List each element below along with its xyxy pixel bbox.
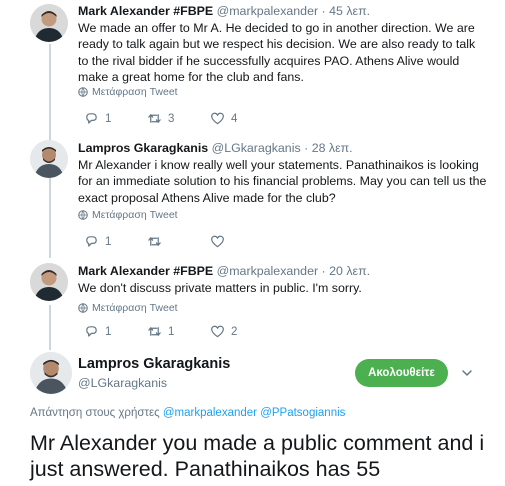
mention-link[interactable]: @markpalexander — [163, 407, 257, 419]
reply-button[interactable]: 1 — [84, 111, 147, 126]
reply-icon — [86, 113, 97, 124]
author-name[interactable]: Lampros Gkaragkanis — [78, 356, 230, 372]
timestamp[interactable]: 20 λεπ. — [329, 264, 370, 278]
author-name[interactable]: Lampros Gkaragkanis — [78, 141, 208, 155]
like-button[interactable]: 4 — [210, 111, 273, 126]
mention-link[interactable]: @PPatsogiannis — [260, 407, 345, 419]
like-button[interactable]: 2 — [210, 324, 273, 339]
timestamp[interactable]: 28 λεπ. — [312, 141, 353, 155]
globe-icon — [78, 303, 88, 313]
separator: · — [321, 4, 326, 18]
like-button[interactable] — [210, 234, 273, 249]
reply-button[interactable]: 1 — [84, 234, 147, 249]
thread-line — [49, 305, 51, 350]
reply-button[interactable]: 1 — [84, 324, 147, 339]
translate-label: Μετάφραση Tweet — [92, 209, 178, 221]
translate-link[interactable]: Μετάφραση Tweet — [78, 302, 178, 314]
reply-prefix: Απάντηση στους χρήστες — [30, 407, 160, 419]
chevron-down-icon[interactable] — [461, 367, 473, 379]
retweet-icon — [148, 237, 161, 246]
following-button[interactable]: Ακολουθείτε — [355, 359, 448, 387]
avatar[interactable] — [30, 263, 68, 301]
retweet-icon — [148, 114, 161, 123]
timestamp[interactable]: 45 λεπ. — [329, 4, 370, 18]
author-name[interactable]: Mark Alexander #FBPE — [78, 4, 213, 18]
translate-link[interactable]: Μετάφραση Tweet — [78, 209, 178, 221]
retweet-button[interactable] — [147, 234, 210, 249]
like-count: 2 — [231, 325, 238, 338]
like-count: 4 — [231, 112, 238, 125]
retweet-count: 3 — [168, 112, 175, 125]
globe-icon — [78, 210, 88, 220]
author-handle[interactable]: @markpalexander — [217, 264, 318, 278]
like-icon — [211, 325, 224, 338]
author-handle[interactable]: @LGkaragkanis — [212, 141, 301, 155]
avatar[interactable] — [30, 352, 72, 394]
translate-label: Μετάφραση Tweet — [92, 302, 178, 314]
like-icon — [211, 112, 224, 125]
retweet-count: 1 — [168, 325, 175, 338]
thread-line — [49, 178, 51, 258]
tweet-text: We made an offer to Mr A. He decided to … — [78, 21, 476, 85]
reply-icon — [86, 236, 97, 247]
reply-icon — [86, 326, 97, 337]
reply-count: 1 — [105, 112, 112, 125]
like-icon — [211, 235, 224, 248]
tweet-text: We don't discuss private matters in publ… — [78, 281, 362, 295]
author-name[interactable]: Mark Alexander #FBPE — [78, 264, 213, 278]
main-tweet-text: Mr Alexander you made a public comment a… — [30, 431, 485, 481]
separator: · — [304, 141, 309, 155]
tweet-text: Mr Alexander i know really well your sta… — [78, 158, 487, 205]
thread-line — [49, 44, 51, 144]
translate-link[interactable]: Μετάφραση Tweet — [78, 86, 178, 98]
reply-count: 1 — [105, 325, 112, 338]
author-handle[interactable]: @LGkaragkanis — [78, 376, 167, 390]
author-handle[interactable]: @markpalexander — [217, 4, 318, 18]
avatar[interactable] — [30, 140, 68, 178]
retweet-button[interactable]: 1 — [147, 324, 210, 339]
translate-label: Μετάφραση Tweet — [92, 86, 178, 98]
avatar[interactable] — [30, 4, 68, 42]
retweet-icon — [148, 327, 161, 336]
globe-icon — [78, 87, 88, 97]
separator: · — [321, 264, 326, 278]
replying-to: Απάντηση στους χρήστες @markpalexander @… — [30, 407, 345, 419]
reply-count: 1 — [105, 235, 112, 248]
retweet-button[interactable]: 3 — [147, 111, 210, 126]
